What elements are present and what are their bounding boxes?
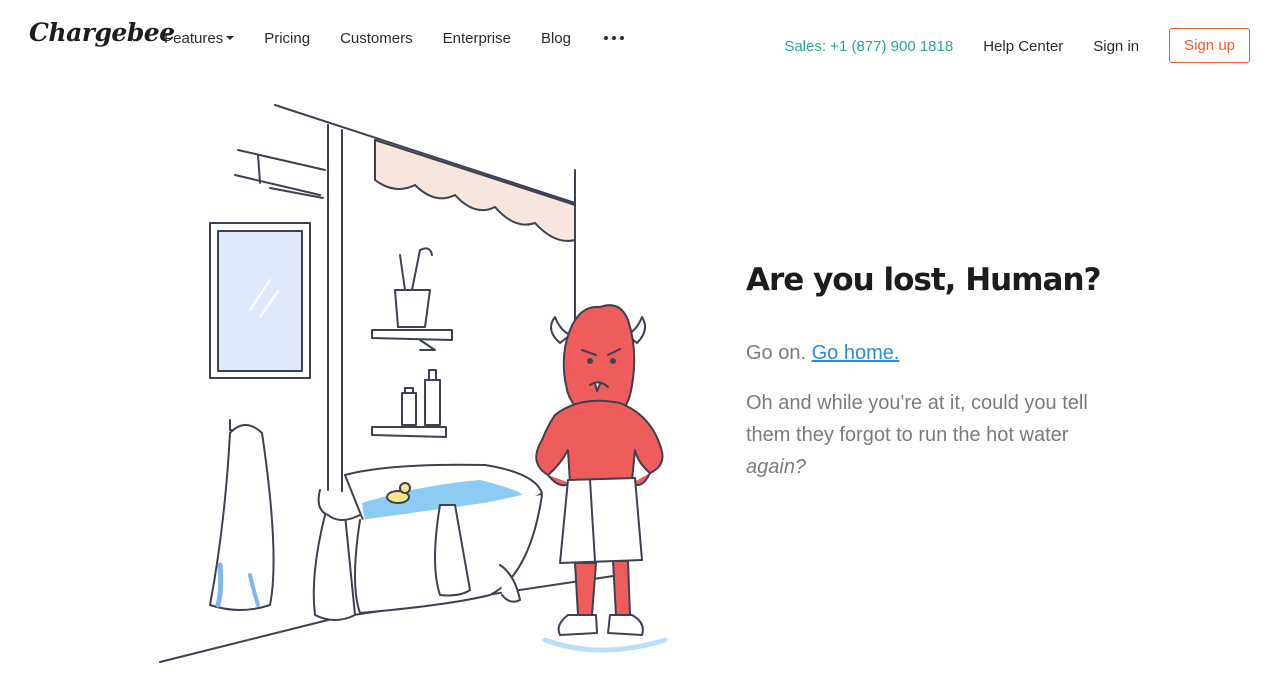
nav-features-label: Features — [164, 29, 224, 47]
nav-blog[interactable]: Blog — [541, 30, 571, 47]
help-center-link[interactable]: Help Center — [983, 38, 1063, 55]
go-on-prefix: Go on. — [746, 342, 807, 364]
right-nav: Sales: +1 (877) 900 1818 Help Center Sig… — [784, 28, 1250, 64]
paragraph-text: Oh and while you're at it, could you tel… — [746, 392, 1088, 446]
main-nav: Features Pricing Customers Enterprise Bl… — [164, 29, 624, 47]
site-header: Chargebee Features Pricing Customers Ent… — [0, 0, 1280, 76]
nav-customers[interactable]: Customers — [340, 30, 413, 47]
page-title: Are you lost, Human? — [746, 262, 1102, 298]
more-dots-icon[interactable] — [604, 29, 624, 47]
lost-monster-illustration — [150, 95, 710, 675]
paragraph-emphasis: again? — [746, 456, 807, 478]
nav-features[interactable]: Features — [164, 29, 235, 47]
monster-figure — [535, 304, 668, 653]
bathroom-scene-svg — [159, 104, 668, 663]
hot-water-paragraph: Oh and while you're at it, could you tel… — [746, 387, 1106, 483]
sales-phone-link[interactable]: Sales: +1 (877) 900 1818 — [784, 38, 953, 55]
error-message: Are you lost, Human? Go on. Go home. Oh … — [746, 262, 1106, 483]
chevron-down-icon — [226, 35, 235, 40]
go-home-link[interactable]: Go home. — [812, 342, 900, 364]
sign-in-link[interactable]: Sign in — [1093, 38, 1139, 55]
sign-up-button[interactable]: Sign up — [1169, 28, 1250, 63]
chargebee-logo[interactable]: Chargebee — [29, 18, 175, 47]
nav-enterprise[interactable]: Enterprise — [443, 30, 511, 47]
nav-pricing[interactable]: Pricing — [264, 30, 310, 47]
go-on-line: Go on. Go home. — [746, 342, 1106, 365]
